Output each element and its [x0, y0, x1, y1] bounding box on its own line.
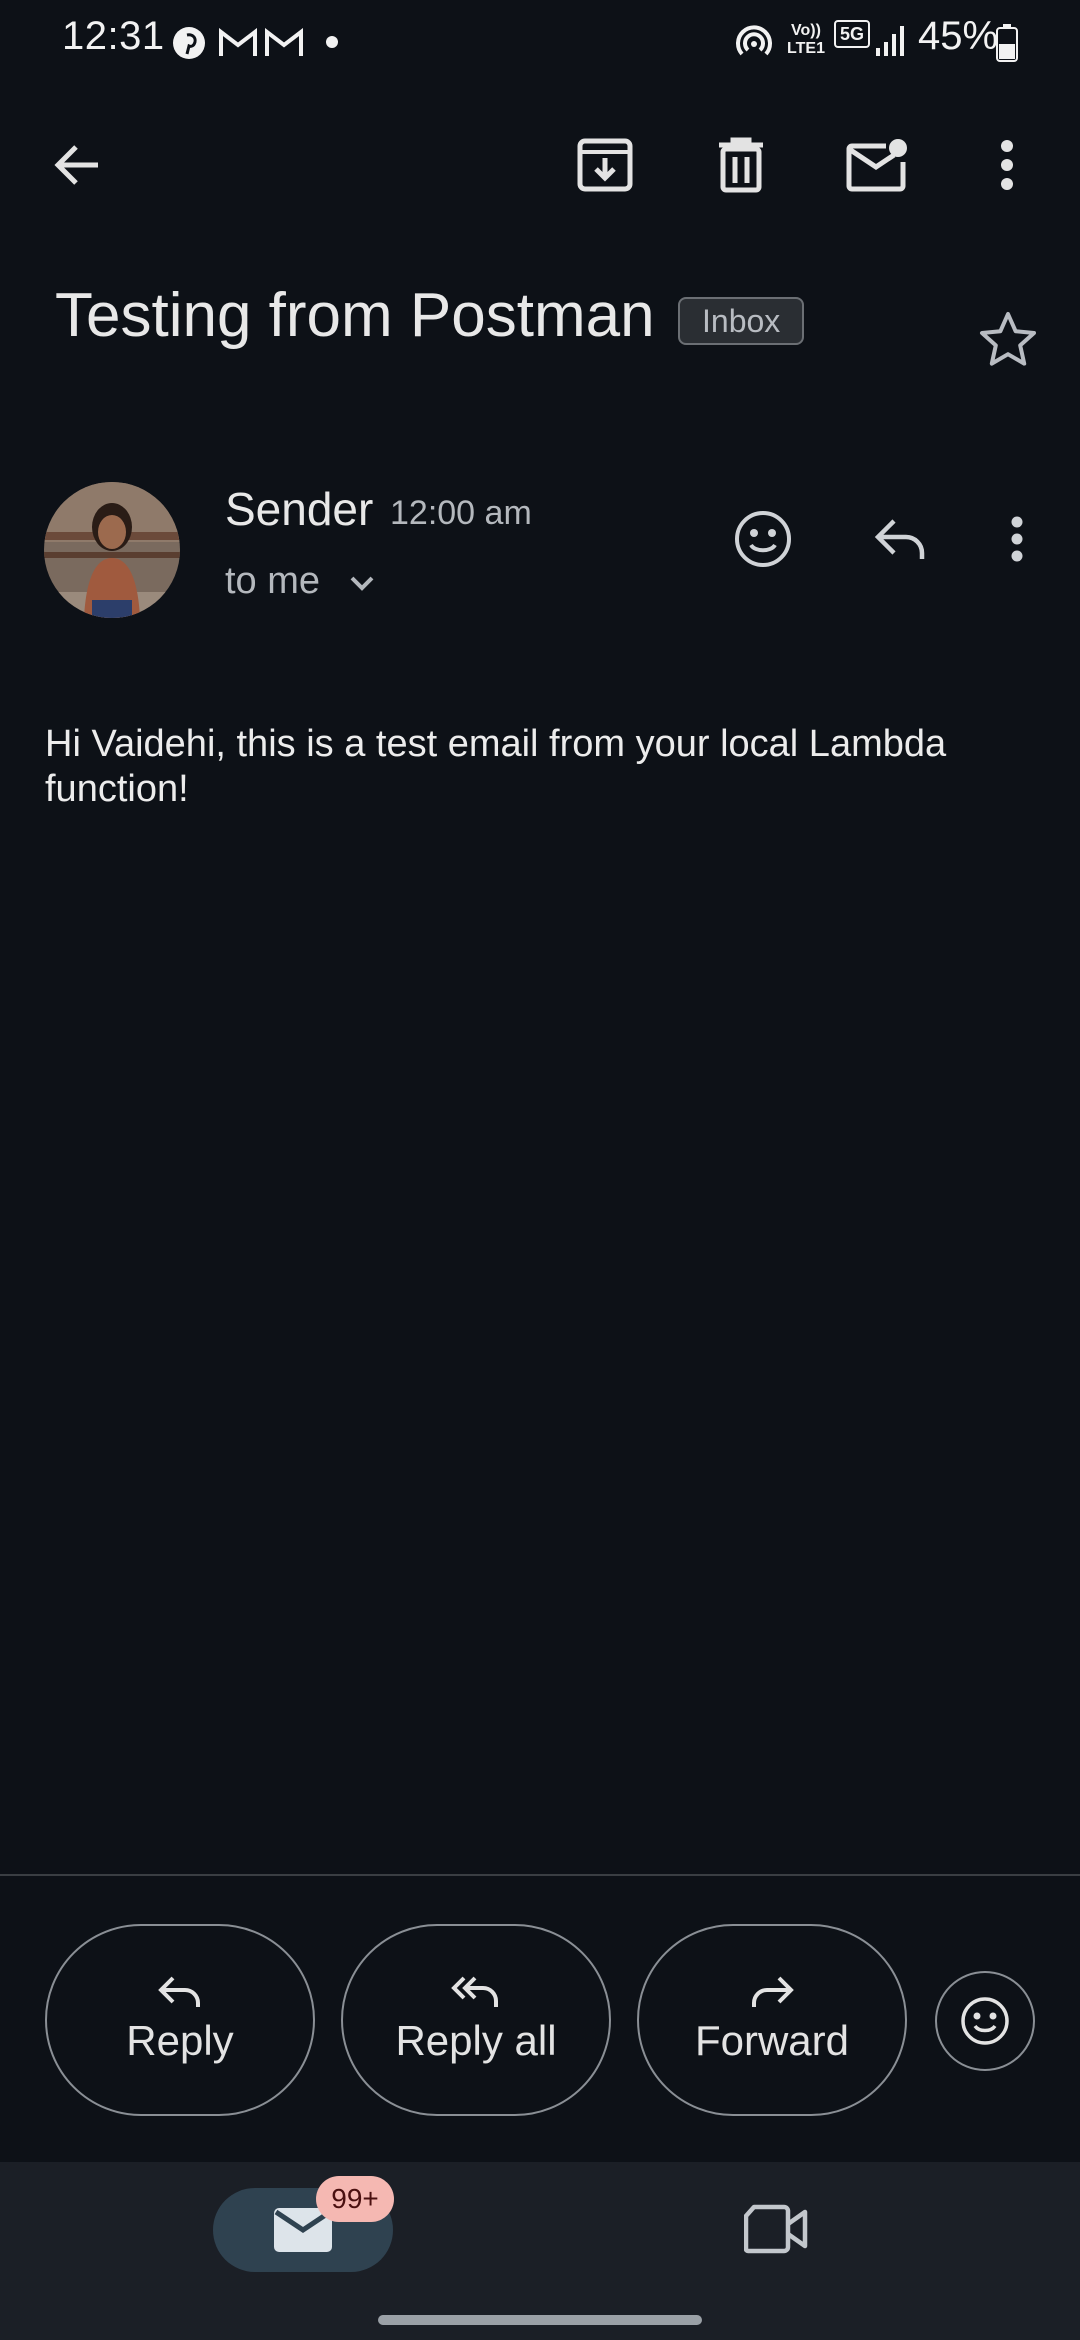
reply-label: Reply [126, 2017, 234, 2064]
battery-icon [996, 24, 1018, 62]
divider [0, 1874, 1080, 1876]
unread-count-badge: 99+ [316, 2176, 394, 2222]
mark-unread-button[interactable] [832, 120, 922, 210]
video-camera-icon [744, 2204, 808, 2254]
pinterest-icon [172, 26, 206, 60]
star-icon [980, 312, 1036, 366]
email-time: 12:00 am [390, 494, 532, 532]
volte-indicator: Vo)) LTE1 [787, 22, 825, 57]
email-body: Hi Vaidehi, this is a test email from yo… [45, 723, 947, 810]
signal-icon [874, 22, 908, 58]
gmail-notification-icon-2 [264, 28, 304, 58]
5g-indicator: 5G [834, 20, 870, 48]
trash-icon [719, 137, 763, 193]
emoji-icon [961, 1997, 1009, 2045]
reply-all-action-button[interactable]: Reply all [341, 1924, 611, 2116]
reply-all-icon [451, 1976, 498, 2007]
gmail-notification-icon [218, 28, 258, 58]
sender-avatar[interactable] [44, 482, 180, 618]
nav-meet-tab[interactable] [744, 2204, 808, 2254]
reply-action-button[interactable]: Reply [45, 1924, 315, 2116]
back-button[interactable] [32, 120, 122, 210]
add-reaction-button[interactable] [718, 494, 808, 584]
forward-action-button[interactable]: Forward [637, 1924, 907, 2116]
more-options-button[interactable] [962, 120, 1052, 210]
hotspot-icon [734, 24, 774, 60]
archive-button[interactable] [560, 120, 650, 210]
mail-unread-icon [846, 139, 907, 192]
reply-icon [158, 1976, 200, 2007]
reply-all-label: Reply all [395, 2017, 557, 2064]
arrow-left-icon [54, 145, 98, 185]
recipient-label: to me [225, 560, 321, 602]
delete-button[interactable] [696, 120, 786, 210]
sender-name[interactable]: Sender [225, 482, 373, 536]
more-notifications-dot [326, 36, 338, 48]
recipient-details-toggle[interactable]: to me [225, 560, 375, 603]
battery-percent: 45% [918, 14, 999, 58]
emoji-icon [735, 511, 791, 567]
status-time: 12:31 [62, 14, 165, 58]
archive-icon [577, 138, 633, 192]
forward-icon [752, 1976, 794, 2007]
inbox-label-chip[interactable]: Inbox [678, 297, 805, 345]
reply-button[interactable] [856, 494, 946, 584]
more-vert-icon [1001, 140, 1013, 190]
star-button[interactable] [978, 310, 1038, 368]
reaction-action-button[interactable] [935, 1971, 1035, 2071]
bottom-navigation [0, 2162, 1080, 2340]
home-indicator[interactable] [378, 2315, 702, 2325]
reply-icon [874, 519, 925, 559]
forward-label: Forward [694, 2017, 850, 2064]
message-more-button[interactable] [972, 494, 1062, 584]
chevron-down-icon [350, 576, 374, 591]
email-subject: Testing from Postman [55, 281, 655, 350]
more-vert-icon [1011, 516, 1023, 562]
